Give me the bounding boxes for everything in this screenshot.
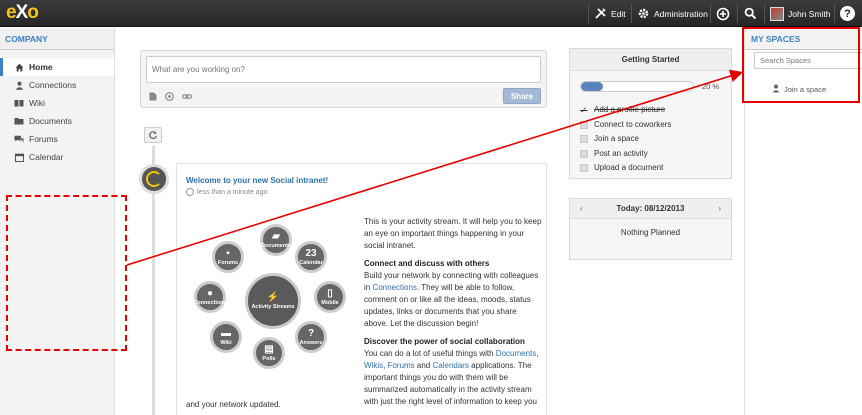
annotation-arrow <box>126 69 744 266</box>
page-root: eXo Edit Administration John Smith ? COM… <box>0 0 862 415</box>
